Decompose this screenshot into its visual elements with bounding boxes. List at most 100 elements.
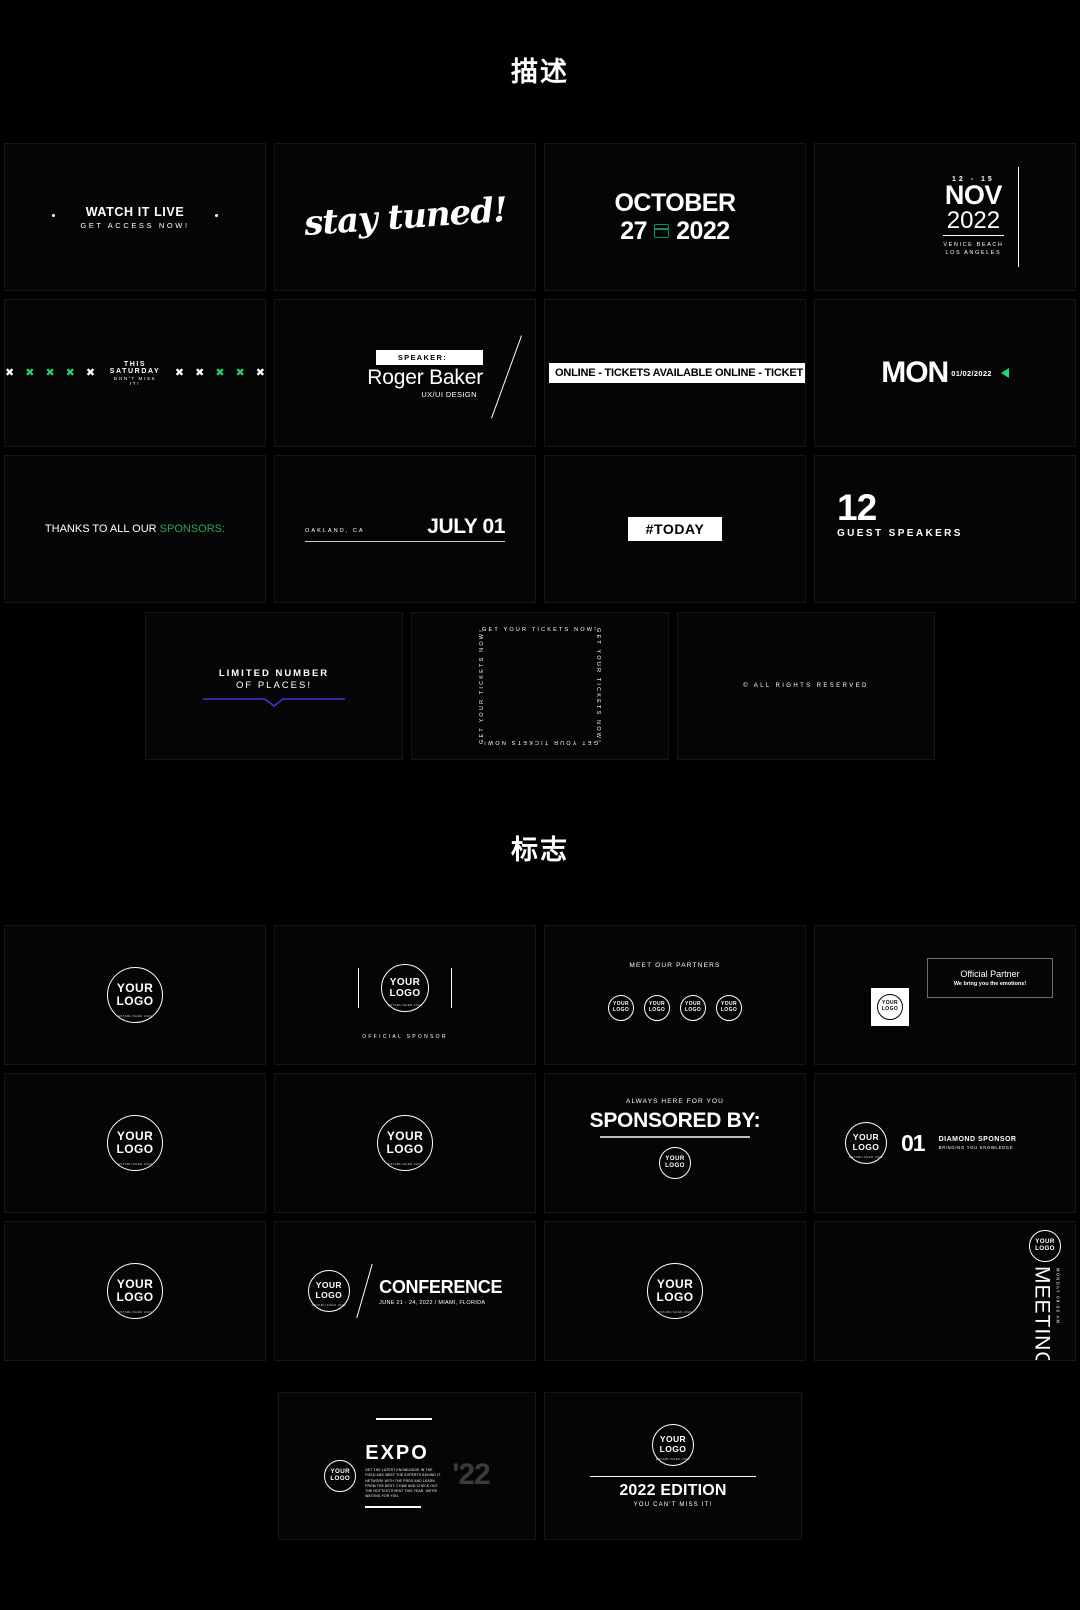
card-tickets-frame[interactable]: GET YOUR TICKETS NOW! GET YOUR TICKETS N… (411, 612, 669, 760)
logo-badge-arc-text: ESTABLISHED 2022 (657, 1310, 693, 1314)
description-card-grid: WATCH IT LIVE GET ACCESS NOW! stay tuned… (0, 143, 1080, 611)
logo-badge: YOUR LOGO ESTABLISHED 2022 (307, 1270, 350, 1312)
card-stay-tuned[interactable]: stay tuned! (274, 143, 536, 291)
card-sponsored-by[interactable]: ALWAYS HERE FOR YOU SPONSORED BY: YOUR L… (544, 1073, 806, 1213)
card-all-rights-reserved[interactable]: © ALL RIGHTS RESERVED (677, 612, 935, 760)
card-logo-plain-5[interactable]: YOUR LOGO ESTABLISHED 2022 (544, 1221, 806, 1361)
star-icon: ✖ (25, 366, 35, 379)
watch-live-block: WATCH IT LIVE GET ACCESS NOW! (52, 204, 218, 230)
logo-badge-line2: LOGO (881, 1006, 899, 1012)
logo-badge: YOUR LOGO ESTABLISHED 2022 (652, 1423, 694, 1466)
logo-badge-arc-text: ESTABLISHED 2022 (117, 1014, 153, 1018)
logo-badge: YOUR LOGO (877, 994, 903, 1020)
card-official-sponsor[interactable]: YOUR LOGO ESTABLISHED 2022 OFFICIAL SPON… (274, 925, 536, 1065)
october-block: OCTOBER 27 2022 (614, 188, 736, 245)
tickets-text-bottom: GET YOUR TICKETS NOW! (482, 739, 598, 745)
card-this-saturday[interactable]: ✖ ✖ ✖ ✖ ✖ THIS SATURDAY DON'T MISS IT! ✖… (4, 299, 266, 447)
logo-badge-line2: LOGO (330, 1475, 351, 1483)
logo-badge-arc-text: ESTABLISHED 2022 (311, 1303, 347, 1307)
today-badge: #TODAY (627, 517, 723, 541)
logo-badge: YOUR LOGO ESTABLISHED 2022 (107, 1115, 163, 1171)
logo-badge-line2: LOGO (389, 988, 421, 999)
partners-logo-row: YOUR LOGO YOUR LOGO YOUR LOGO YOUR LOGO (608, 995, 742, 1021)
star-icon: ✖ (215, 366, 225, 379)
card-speaker[interactable]: SPEAKER: Roger Baker UX/UI DESIGN (274, 299, 536, 447)
logo-badge-line1: YOUR (116, 1128, 154, 1143)
card-meet-partners[interactable]: MEET OUR PARTNERS YOUR LOGO YOUR LOGO YO… (544, 925, 806, 1065)
star-icon: ✖ (255, 366, 265, 379)
logo-badge-arc-text: ESTABLISHED 2022 (848, 1155, 884, 1159)
card-thanks-sponsors[interactable]: THANKS TO ALL OUR SPONSORS: (4, 455, 266, 603)
speaker-label: SPEAKER: (375, 350, 483, 365)
tickets-text-right: GET YOUR TICKETS NOW! (595, 628, 602, 744)
july-city: OAKLAND, CA (305, 527, 365, 534)
meeting-title: MEETING (1030, 1266, 1054, 1361)
limited-block: LIMITED NUMBER OF PLACES! (203, 668, 345, 707)
card-mon-date[interactable]: MON 01/02/2022 (814, 299, 1076, 447)
tickets-frame: GET YOUR TICKETS NOW! GET YOUR TICKETS N… (422, 623, 658, 749)
mon-date: 01/02/2022 (951, 368, 992, 378)
star-icon: ✖ (65, 366, 75, 379)
tickets-text-left: GET YOUR TICKETS NOW! (478, 628, 485, 744)
logo-badge-line2: LOGO (852, 1142, 880, 1152)
speaker-block: SPEAKER: Roger Baker UX/UI DESIGN (367, 335, 523, 419)
card-meeting[interactable]: YOUR LOGO MEETING MONDAY 08:00 AM (814, 1221, 1076, 1361)
logo-badge-line2: LOGO (648, 1007, 666, 1013)
ticker-band: ONLINE - TICKETS AVAILABLE ONLINE - TICK… (549, 363, 805, 383)
watch-live-title: WATCH IT LIVE (85, 204, 185, 219)
expo-block: YOUR LOGO EXPO GET THE LATEST KNOWLEDGE … (324, 1418, 491, 1508)
logo-card-grid: YOUR LOGO ESTABLISHED 2022 YOUR LOGO EST… (0, 925, 1080, 1369)
logo-badge: YOUR LOGO (608, 995, 634, 1021)
bottom-rule (365, 1506, 422, 1508)
card-conference[interactable]: YOUR LOGO ESTABLISHED 2022 CONFERENCE JU… (274, 1221, 536, 1361)
watch-live-subtitle: GET ACCESS NOW! (80, 220, 190, 230)
card-2022-edition[interactable]: YOUR LOGO ESTABLISHED 2022 2022 EDITION … (544, 1392, 802, 1540)
logo-badge-line2: LOGO (116, 1142, 154, 1156)
nov-month: NOV (944, 180, 1003, 211)
card-logo-plain-4[interactable]: YOUR LOGO ESTABLISHED 2022 (4, 1221, 266, 1361)
stay-tuned-text: stay tuned! (302, 189, 508, 245)
october-month: OCTOBER (614, 188, 736, 217)
card-logo-plain-2[interactable]: YOUR LOGO ESTABLISHED 2022 (4, 1073, 266, 1213)
official-sponsor-caption: OFFICIAL SPONSOR (362, 1034, 448, 1040)
card-diamond-sponsor[interactable]: YOUR LOGO ESTABLISHED 2022 01 DIAMOND SP… (814, 1073, 1076, 1213)
card-expo[interactable]: YOUR LOGO EXPO GET THE LATEST KNOWLEDGE … (278, 1392, 536, 1540)
vertical-rule (1017, 167, 1019, 267)
logo-badge: YOUR LOGO ESTABLISHED 2022 (845, 1122, 887, 1164)
dot-left-icon (52, 213, 56, 217)
card-online-ticker[interactable]: ONLINE - TICKETS AVAILABLE ONLINE - TICK… (544, 299, 806, 447)
card-nov-date[interactable]: 12 - 15 NOV 2022 VENICE BEACH LOS ANGELE… (814, 143, 1076, 291)
vertical-rule-left (357, 968, 359, 1008)
mon-block: MON 01/02/2022 (881, 356, 1009, 390)
rights-text: © ALL RIGHTS RESERVED (743, 683, 869, 689)
card-official-partner[interactable]: Official Partner We bring you the emotio… (814, 925, 1076, 1065)
logo-badge-line2: LOGO (656, 1290, 694, 1304)
july-block: OAKLAND, CA JULY 01 (305, 516, 505, 543)
card-guest-speakers[interactable]: 12 GUEST SPEAKERS (814, 455, 1076, 603)
october-year: 2022 (676, 216, 730, 245)
thanks-prefix: THANKS TO ALL OUR (44, 523, 160, 535)
logo-badge-line1: YOUR (116, 980, 154, 995)
star-icon: ✖ (235, 366, 245, 379)
card-today-badge[interactable]: #TODAY (544, 455, 806, 603)
card-logo-plain-3[interactable]: YOUR LOGO ESTABLISHED 2022 (274, 1073, 536, 1213)
card-limited-places[interactable]: LIMITED NUMBER OF PLACES! (145, 612, 403, 760)
card-october-date[interactable]: OCTOBER 27 2022 (544, 143, 806, 291)
logo-badge-line2: LOGO (1035, 1245, 1055, 1252)
card-watch-it-live[interactable]: WATCH IT LIVE GET ACCESS NOW! (4, 143, 266, 291)
partners-heading: MEET OUR PARTNERS (629, 962, 721, 969)
edition-subtitle: YOU CAN'T MISS IT! (633, 1502, 713, 1509)
conference-subtitle: JUNE 21 - 24, 2022 / MIAMI, FLORIDA (379, 1299, 486, 1306)
edition-block: YOUR LOGO ESTABLISHED 2022 2022 EDITION … (590, 1423, 756, 1509)
partners-block: MEET OUR PARTNERS YOUR LOGO YOUR LOGO YO… (608, 962, 742, 1021)
diamond-number: 01 (901, 1129, 926, 1156)
diagonal-line (490, 335, 523, 419)
card-logo-plain-1[interactable]: YOUR LOGO ESTABLISHED 2022 (4, 925, 266, 1065)
saturday-subtitle: DON'T MISS IT! (113, 375, 157, 386)
logo-badge: YOUR LOGO (1029, 1230, 1061, 1262)
logo-badge: YOUR LOGO ESTABLISHED 2022 (107, 1263, 163, 1319)
card-july-date[interactable]: OAKLAND, CA JULY 01 (274, 455, 536, 603)
official-partner-logo-tile: YOUR LOGO (871, 988, 909, 1026)
logo-badge-arc-text: ESTABLISHED 2022 (387, 1162, 423, 1166)
description-card-grid-row4: LIMITED NUMBER OF PLACES! GET YOUR TICKE… (0, 612, 1080, 760)
